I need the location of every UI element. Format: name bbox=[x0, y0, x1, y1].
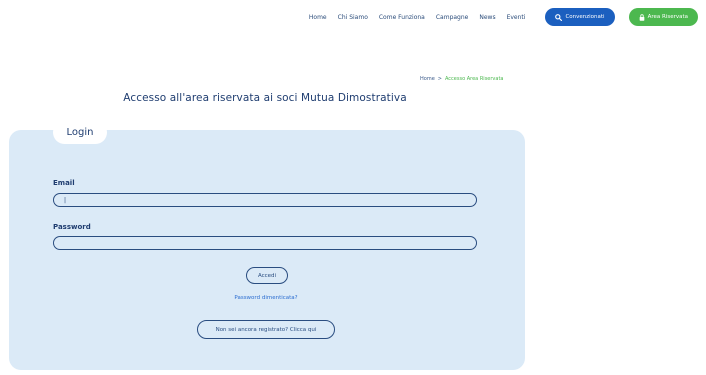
login-tab: Login bbox=[53, 121, 107, 144]
convenzionati-label: Convenzionati bbox=[565, 14, 605, 20]
breadcrumb-separator: > bbox=[437, 76, 442, 82]
forgot-password-label: Password dimenticata? bbox=[234, 295, 298, 301]
nav-link-home[interactable]: Home bbox=[309, 14, 327, 21]
email-field-value: | bbox=[64, 196, 67, 204]
email-label: Email bbox=[53, 179, 75, 187]
register-label: Non sei ancora registrato? Clicca qui bbox=[215, 326, 317, 333]
nav-link-chi-siamo[interactable]: Chi Siamo bbox=[338, 14, 368, 21]
breadcrumb: Home > Accesso Area Riservata bbox=[420, 76, 503, 82]
email-field[interactable]: | bbox=[53, 193, 477, 207]
area-riservata-button[interactable]: Area Riservata bbox=[628, 8, 698, 26]
page-title: Accesso all'area riservata ai soci Mutua… bbox=[123, 92, 407, 104]
register-button[interactable]: Non sei ancora registrato? Clicca qui bbox=[197, 320, 335, 339]
breadcrumb-home[interactable]: Home bbox=[420, 76, 435, 82]
nav-link-eventi[interactable]: Eventi bbox=[507, 14, 526, 21]
login-tab-label: Login bbox=[66, 127, 94, 138]
password-label: Password bbox=[53, 223, 91, 231]
breadcrumb-current: Accesso Area Riservata bbox=[444, 76, 504, 82]
nav-link-campagne[interactable]: Campagne bbox=[436, 14, 469, 21]
nav-link-news[interactable]: News bbox=[479, 14, 495, 21]
accedi-button[interactable]: Accedi bbox=[246, 267, 288, 284]
forgot-password-link[interactable]: Password dimenticata? bbox=[0, 295, 532, 301]
convenzionati-button[interactable]: Convenzionati bbox=[545, 8, 615, 26]
search-icon bbox=[555, 13, 563, 21]
lock-icon bbox=[639, 13, 644, 21]
nav-link-come-funziona[interactable]: Come Funziona bbox=[379, 14, 425, 21]
accedi-label: Accedi bbox=[257, 272, 277, 279]
area-riservata-label: Area Riservata bbox=[647, 14, 688, 20]
top-nav: Home Chi Siamo Come Funziona Campagne Ne… bbox=[309, 8, 698, 26]
password-field[interactable] bbox=[53, 236, 477, 250]
